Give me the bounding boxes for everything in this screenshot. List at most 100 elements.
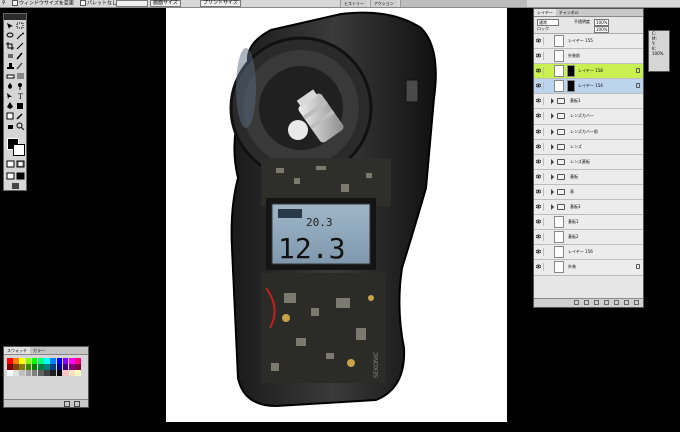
notes-tool-icon[interactable] — [6, 112, 15, 120]
expand-arrow-icon[interactable] — [551, 188, 554, 195]
layer-row[interactable]: レイヤー 154 — [534, 79, 643, 95]
marquee-tool-icon[interactable] — [16, 22, 25, 30]
eye-icon[interactable] — [535, 249, 542, 254]
swatch-cell[interactable] — [62, 370, 69, 376]
tab-channels[interactable]: チャンネル — [556, 9, 582, 16]
layer-row[interactable]: 基板2 — [534, 230, 643, 246]
swatch-cell[interactable] — [25, 370, 32, 376]
swatch-cell[interactable] — [75, 358, 81, 364]
layer-row[interactable]: レイヤー 158 — [534, 64, 643, 80]
eye-icon[interactable] — [535, 83, 542, 88]
link-brush-icon[interactable] — [543, 157, 550, 166]
expand-arrow-icon[interactable] — [551, 143, 554, 150]
resize-windows-option[interactable]: ウィンドウサイズを変更 — [12, 0, 74, 7]
magic-wand-tool-icon[interactable] — [16, 32, 25, 40]
tab-color[interactable]: カラー — [30, 347, 48, 354]
history-brush-tool-icon[interactable] — [16, 62, 25, 70]
jump-to-imageready-icon[interactable] — [11, 182, 20, 190]
layer-row[interactable]: レンズカバー前 — [534, 124, 643, 140]
link-brush-icon[interactable] — [543, 127, 550, 136]
swatch-cell[interactable] — [13, 358, 19, 364]
swatch-cell[interactable] — [31, 370, 38, 376]
tab-swatches[interactable]: スウォッチ — [4, 347, 30, 354]
swatch-cell[interactable] — [62, 358, 69, 364]
eye-icon[interactable] — [535, 219, 542, 224]
zoom-tool-icon[interactable] — [16, 122, 25, 130]
screen-mode-full-icon[interactable] — [16, 172, 25, 180]
swatch-cell[interactable] — [31, 358, 38, 364]
slice-tool-icon[interactable] — [16, 42, 25, 50]
eyedropper-tool-icon[interactable] — [16, 112, 25, 120]
layer-row[interactable]: 表 — [534, 184, 643, 201]
swatch-cell[interactable] — [19, 370, 25, 376]
eye-icon[interactable] — [535, 113, 542, 118]
link-brush-icon[interactable] — [543, 233, 550, 242]
swatch-cell[interactable] — [69, 358, 75, 364]
layer-row[interactable]: 基板1 — [534, 94, 643, 110]
eye-icon[interactable] — [535, 38, 542, 43]
layer-row[interactable]: レンズカバー — [534, 109, 643, 125]
eye-icon[interactable] — [535, 159, 542, 164]
healing-brush-tool-icon[interactable] — [6, 52, 15, 60]
tab-layers[interactable]: レイヤー — [534, 9, 556, 16]
eye-icon[interactable] — [535, 129, 542, 134]
dodge-tool-icon[interactable] — [16, 82, 25, 90]
swatch-cell[interactable] — [69, 370, 75, 376]
layer-row[interactable]: 基板1 — [534, 215, 643, 231]
shape-tool-icon[interactable] — [16, 102, 25, 110]
eye-icon[interactable] — [535, 189, 542, 194]
swatch-cell[interactable] — [75, 364, 81, 370]
blur-tool-icon[interactable] — [6, 82, 15, 90]
expand-arrow-icon[interactable] — [551, 128, 554, 135]
swatch-cell[interactable] — [50, 370, 56, 376]
layer-row[interactable]: 外装前 — [534, 49, 643, 65]
layer-row[interactable]: 基板3 — [534, 200, 643, 216]
layer-row[interactable]: 基板 — [534, 169, 643, 185]
actual-pixels-button[interactable] — [116, 0, 148, 7]
swatch-cell[interactable] — [50, 358, 56, 364]
swatch-cell[interactable] — [7, 358, 13, 364]
eye-icon[interactable] — [535, 234, 542, 239]
link-brush-icon[interactable] — [543, 67, 550, 76]
link-brush-icon[interactable] — [543, 37, 550, 45]
gradient-tool-icon[interactable] — [16, 72, 25, 80]
screen-mode-standard-icon[interactable] — [6, 172, 15, 180]
swatch-cell[interactable] — [25, 364, 32, 370]
brush-tool-icon[interactable] — [16, 52, 25, 60]
move-tool-icon[interactable] — [6, 22, 15, 30]
swatch-cell[interactable] — [38, 358, 44, 364]
type-tool-icon[interactable]: T — [16, 92, 25, 100]
link-brush-icon[interactable] — [543, 142, 550, 151]
link-brush-icon[interactable] — [543, 248, 550, 257]
swatch-cell[interactable] — [7, 364, 13, 370]
link-brush-icon[interactable] — [543, 112, 550, 121]
new-layer-icon[interactable] — [624, 300, 629, 305]
link-brush-icon[interactable] — [543, 187, 550, 196]
link-brush-icon[interactable] — [543, 172, 550, 181]
stamp-tool-icon[interactable] — [6, 62, 15, 70]
swatch-cell[interactable] — [56, 370, 63, 376]
zoom-tool-icon[interactable]: ⚲ — [2, 0, 6, 7]
swatch-cell[interactable] — [38, 364, 44, 370]
print-size-button[interactable]: プリントサイズ — [200, 0, 241, 7]
link-brush-icon[interactable] — [543, 52, 550, 61]
adjustment-layer-icon[interactable] — [614, 300, 619, 305]
layer-row[interactable]: レイヤー 156 — [534, 245, 643, 261]
eye-icon[interactable] — [535, 174, 542, 179]
standard-mode-icon[interactable] — [6, 160, 15, 168]
swatch-cell[interactable] — [44, 364, 50, 370]
swatch-cell[interactable] — [50, 364, 56, 370]
link-brush-icon[interactable] — [543, 203, 550, 212]
expand-arrow-icon[interactable] — [551, 204, 554, 211]
eye-icon[interactable] — [535, 144, 542, 149]
expand-arrow-icon[interactable] — [551, 98, 554, 105]
delete-swatch-icon[interactable] — [74, 401, 80, 407]
swatch-cell[interactable] — [7, 370, 13, 376]
eraser-tool-icon[interactable] — [6, 72, 15, 80]
swatch-cell[interactable] — [69, 364, 75, 370]
swatch-cell[interactable] — [44, 358, 50, 364]
swatch-cell[interactable] — [13, 364, 19, 370]
fill-input[interactable]: 100% — [594, 26, 610, 33]
expand-arrow-icon[interactable] — [551, 173, 554, 180]
tab-history[interactable]: ヒストリー — [340, 0, 367, 7]
